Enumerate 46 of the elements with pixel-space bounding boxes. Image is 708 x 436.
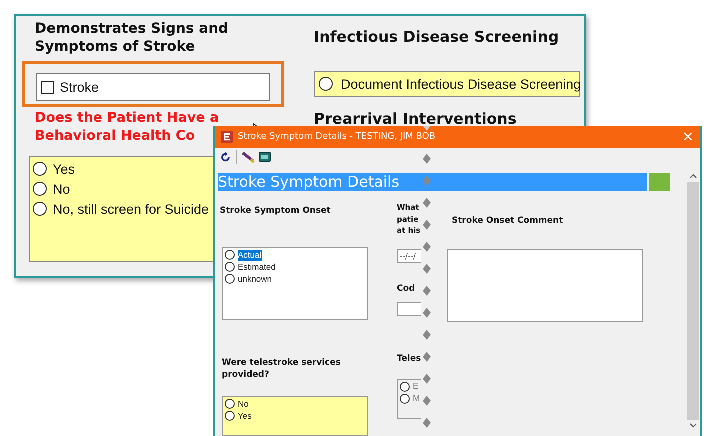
- window-title: Stroke Symptom Details - TESTING, JIM BOB: [238, 132, 436, 142]
- pen-icon[interactable]: [242, 152, 255, 162]
- radio-button[interactable]: [400, 394, 410, 404]
- option-label: No: [238, 398, 249, 410]
- option-box[interactable]: Document Infectious Disease Screening: [314, 71, 580, 97]
- option-label: E: [413, 381, 419, 392]
- radio-button[interactable]: [225, 250, 235, 260]
- field-label: Stroke Onset Comment: [452, 215, 564, 227]
- chevron-down-icon[interactable]: [690, 423, 696, 428]
- monitor-icon[interactable]: [259, 152, 271, 162]
- field-label: Stroke Symptom Onset: [220, 205, 332, 217]
- option-label: Actual: [238, 250, 262, 260]
- status-square: [649, 173, 670, 191]
- checkbox[interactable]: [41, 80, 54, 94]
- comment-field[interactable]: [447, 249, 643, 322]
- option-label: M: [413, 393, 420, 404]
- option-label: Yes: [238, 410, 252, 422]
- field-label: Teles: [397, 352, 421, 364]
- input-field[interactable]: [397, 302, 421, 316]
- option-label: Document Infectious Disease Screening: [341, 76, 582, 92]
- section-header: Stroke Symptom Details: [218, 173, 647, 191]
- option-label: No: [53, 182, 70, 196]
- section-heading: Prearrival Interventions: [314, 110, 518, 128]
- checkbox-field[interactable]: Stroke: [36, 73, 270, 101]
- radio-button[interactable]: [225, 411, 235, 421]
- chevron-up-icon[interactable]: [690, 174, 696, 179]
- section-heading: Does the Patient Have a Behavioral Health Co: [35, 109, 220, 145]
- checkbox-label: Stroke: [60, 80, 100, 94]
- radio-button[interactable]: [400, 382, 410, 392]
- radio-button[interactable]: [225, 399, 235, 409]
- field-label: Cod: [397, 282, 416, 294]
- radio-button[interactable]: [225, 274, 235, 284]
- app-icon: [221, 131, 233, 143]
- radio-button[interactable]: [33, 182, 47, 196]
- radio-button[interactable]: [225, 262, 235, 272]
- field-label: Were telestroke services provided?: [222, 357, 342, 381]
- radio-button[interactable]: [319, 77, 333, 91]
- option-label: Estimated: [238, 262, 276, 272]
- refresh-icon[interactable]: [221, 152, 231, 162]
- radio-button[interactable]: [33, 162, 47, 176]
- radio-button[interactable]: [33, 202, 47, 216]
- section-heading: Demonstrates Signs and Symptoms of Stroke: [35, 20, 230, 56]
- section-heading: Infectious Disease Screening: [314, 28, 560, 46]
- option-label: Yes: [53, 162, 76, 176]
- option-label: unknown: [238, 274, 272, 284]
- option-label: No, still screen for Suicide: [53, 202, 210, 216]
